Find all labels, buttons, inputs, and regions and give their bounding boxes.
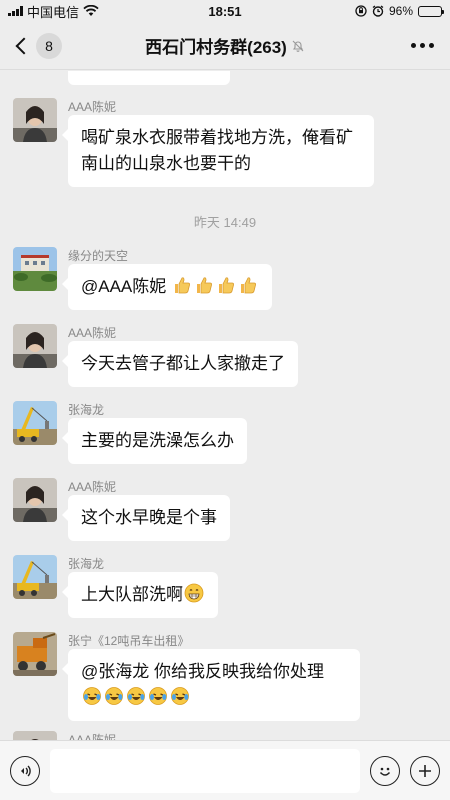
message-text: @AAA陈妮 [81, 277, 167, 296]
laugh-cry-emoji [171, 687, 189, 705]
signal-icon [8, 6, 23, 16]
dot-icon [411, 43, 416, 48]
avatar[interactable] [13, 98, 57, 142]
avatar[interactable] [13, 324, 57, 368]
message-input[interactable] [50, 748, 360, 793]
dot-icon [420, 43, 425, 48]
chat-area[interactable]: AAA陈妮 喝矿泉水衣服带着找地方洗，俺看矿南山的山泉水也要干的 昨天 14:4… [0, 71, 450, 740]
message-bubble[interactable]: @张海龙 你给我反映我给你处理 [62, 649, 360, 721]
previous-message-bubble[interactable] [68, 71, 230, 85]
laugh-cry-emoji [149, 687, 167, 705]
more-functions-button[interactable] [410, 755, 440, 786]
message-bubble[interactable]: @AAA陈妮 [61, 264, 273, 310]
message-bubble[interactable]: 上大队部洗啊 [62, 572, 218, 618]
carrier-name: 中国电信 [27, 4, 80, 20]
message-text: @张海龙 你给我反映我给你处理 [81, 662, 324, 681]
avatar[interactable] [13, 731, 57, 740]
alarm-icon [372, 5, 384, 17]
message-text: 上大队部洗啊 [81, 585, 183, 604]
nav-bar: 8 西石门村务群(263) [0, 22, 450, 70]
chevron-left-icon [15, 37, 33, 54]
laugh-cry-emoji [127, 687, 145, 705]
sender-name: 缘分的天空 [68, 249, 129, 263]
sender-name: AAA陈妮 [68, 326, 117, 340]
avatar[interactable] [13, 247, 57, 291]
unread-badge: 8 [36, 32, 62, 59]
sender-name: 张海龙 [68, 403, 105, 417]
status-left: 中国电信 [8, 2, 99, 21]
thumbs-up-emoji [175, 277, 191, 294]
emoji-button[interactable] [370, 755, 400, 786]
thumbs-up-emoji [219, 277, 235, 294]
grinning-emoji [184, 583, 204, 603]
sender-name: 张宁《12吨吊车出租》 [68, 634, 190, 648]
status-right: 96% [355, 4, 444, 18]
sender-name: AAA陈妮 [68, 480, 117, 494]
sender-name: 张海龙 [68, 557, 105, 571]
status-bar: 中国电信 18:51 96% [0, 0, 450, 22]
sender-name: AAA陈妮 [68, 100, 117, 114]
plus-icon [419, 764, 431, 777]
chat-title: 西石门村务群(263) [145, 38, 287, 57]
avatar[interactable] [13, 478, 57, 522]
bell-off-icon [292, 40, 304, 52]
battery-percent: 96% [388, 4, 413, 18]
laugh-cry-emoji [105, 687, 123, 705]
message-bubble[interactable]: 这个水早晚是个事 [62, 495, 230, 541]
message-bubble[interactable]: 今天去管子都让人家撤走了 [62, 341, 298, 387]
voice-button[interactable] [10, 755, 40, 786]
orientation-lock-icon [355, 5, 367, 17]
voice-icon [21, 765, 31, 776]
thumbs-up-emoji [197, 277, 213, 294]
sender-name: AAA陈妮 [68, 733, 117, 740]
message-bubble[interactable]: 主要的是洗澡怎么办 [62, 418, 247, 464]
input-bar [0, 740, 450, 800]
back-button[interactable]: 8 [12, 32, 62, 59]
laugh-cry-emoji [83, 687, 101, 705]
avatar[interactable] [13, 632, 57, 676]
smiley-icon [379, 767, 391, 776]
message-bubble[interactable]: 喝矿泉水衣服带着找地方洗，俺看矿南山的山泉水也要干的 [62, 115, 374, 187]
dot-icon [429, 43, 434, 48]
avatar[interactable] [13, 555, 57, 599]
time-separator: 昨天 14:49 [193, 215, 257, 230]
wifi-icon [83, 5, 99, 16]
battery-icon [418, 5, 444, 17]
more-button[interactable] [407, 37, 438, 54]
thumbs-up-emoji [241, 277, 257, 294]
chat-title-wrap: 西石门村务群(263) [0, 33, 450, 58]
avatar[interactable] [13, 401, 57, 445]
